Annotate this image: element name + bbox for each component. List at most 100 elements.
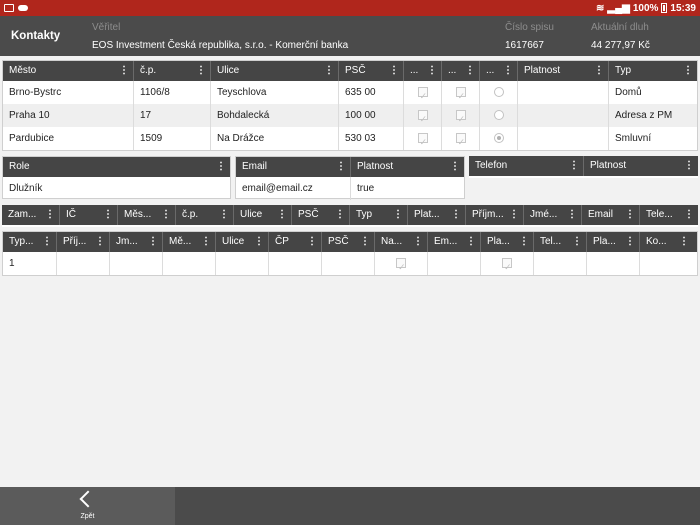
col-header[interactable]: ČP ⋮ [269,232,322,252]
column-menu-icon[interactable]: ⋮ [389,61,399,81]
radio-button-selected[interactable] [493,133,504,144]
col-header[interactable]: Pla... ⋮ [481,232,534,252]
col-header[interactable]: PSČ ⋮ [292,205,350,225]
column-menu-icon[interactable]: ⋮ [625,205,635,225]
col-header-telefon[interactable]: Telefon ⋮ [469,156,584,176]
col-header-mesto[interactable]: Město ⋮ [3,61,134,81]
column-menu-icon[interactable]: ⋮ [45,205,55,225]
col-header[interactable]: Mě... ⋮ [163,232,216,252]
column-menu-icon[interactable]: ⋮ [148,232,158,252]
table-row[interactable]: Dlužník [3,177,230,200]
column-menu-icon[interactable]: ⋮ [684,205,694,225]
column-menu-icon[interactable]: ⋮ [683,61,693,81]
col-header[interactable]: IČ ⋮ [60,205,118,225]
table-row[interactable]: Pardubice 1509 Na Drážce 530 03 Smluvní [3,127,697,150]
col-header[interactable]: Typ ⋮ [350,205,408,225]
radio-button[interactable] [493,87,504,98]
column-menu-icon[interactable]: ⋮ [219,205,229,225]
col-header-cp[interactable]: č.p. ⋮ [134,61,211,81]
col-header-flag1[interactable]: ... ⋮ [404,61,442,81]
column-menu-icon[interactable]: ⋮ [679,232,689,252]
col-header[interactable]: PSČ ⋮ [322,232,375,252]
col-header-flag3[interactable]: ... ⋮ [480,61,518,81]
column-menu-icon[interactable]: ⋮ [277,205,287,225]
column-menu-icon[interactable]: ⋮ [519,232,529,252]
col-header-platnost[interactable]: Platnost ⋮ [518,61,609,81]
column-menu-icon[interactable]: ⋮ [572,232,582,252]
back-button[interactable]: Zpět [0,487,175,525]
col-header[interactable]: Em... ⋮ [428,232,481,252]
col-header[interactable]: Email ⋮ [582,205,640,225]
table-row[interactable]: email@email.cz true [236,177,464,200]
column-menu-icon[interactable]: ⋮ [161,205,171,225]
column-menu-icon[interactable]: ⋮ [119,61,129,81]
col-header[interactable]: Tel... ⋮ [534,232,587,252]
col-header[interactable]: Na... ⋮ [375,232,428,252]
column-menu-icon[interactable]: ⋮ [324,61,334,81]
col-header[interactable]: Jmé... ⋮ [524,205,582,225]
col-header[interactable]: Typ... ⋮ [3,232,57,252]
column-menu-icon[interactable]: ⋮ [335,205,345,225]
chevron-left-icon [79,490,97,508]
radio-button[interactable] [493,110,504,121]
column-menu-icon[interactable]: ⋮ [254,232,264,252]
col-header-ulice[interactable]: Ulice ⋮ [211,61,339,81]
col-header-flag2[interactable]: ... ⋮ [442,61,480,81]
column-menu-icon[interactable]: ⋮ [503,61,513,81]
table-row[interactable]: 1 [3,252,697,275]
table-row[interactable]: Praha 10 17 Bohdalecká 100 00 Adresa z P… [3,104,697,127]
col-header-email[interactable]: Email ⋮ [236,157,351,177]
column-menu-icon[interactable]: ⋮ [427,61,437,81]
column-menu-icon[interactable]: ⋮ [567,205,577,225]
col-header[interactable]: Příjm... ⋮ [466,205,524,225]
cell-psc: 530 03 [339,127,404,150]
column-menu-icon[interactable]: ⋮ [216,157,226,177]
column-menu-icon[interactable]: ⋮ [569,156,579,176]
column-menu-icon[interactable]: ⋮ [465,61,475,81]
column-menu-icon[interactable]: ⋮ [625,232,635,252]
checkbox[interactable] [417,85,428,104]
column-menu-icon[interactable]: ⋮ [466,232,476,252]
column-menu-icon[interactable]: ⋮ [95,232,105,252]
column-menu-icon[interactable]: ⋮ [450,157,460,177]
column-menu-icon[interactable]: ⋮ [413,232,423,252]
column-menu-icon[interactable]: ⋮ [684,156,694,176]
col-header[interactable]: č.p. ⋮ [176,205,234,225]
col-header[interactable]: Ulice ⋮ [234,205,292,225]
checkbox[interactable] [455,108,466,127]
checkbox[interactable] [455,85,466,104]
col-header-psc[interactable]: PSČ ⋮ [339,61,404,81]
col-header-platnost[interactable]: Platnost ⋮ [351,157,464,177]
checkbox[interactable] [455,131,466,150]
column-menu-icon[interactable]: ⋮ [103,205,113,225]
table-row[interactable]: Brno-Bystrc 1106/8 Teyschlova 635 00 Dom… [3,81,697,104]
col-header[interactable]: Příj... ⋮ [57,232,110,252]
column-menu-icon[interactable]: ⋮ [451,205,461,225]
column-menu-icon[interactable]: ⋮ [393,205,403,225]
column-menu-icon[interactable]: ⋮ [42,232,52,252]
column-menu-icon[interactable]: ⋮ [336,157,346,177]
checkbox[interactable] [417,108,428,127]
column-menu-icon[interactable]: ⋮ [594,61,604,81]
address-table: Město ⋮ č.p. ⋮ Ulice ⋮ PSČ ⋮ ... ⋮ ... ⋮ ... ⋮ … [2,60,698,151]
col-header[interactable]: Plat... ⋮ [408,205,466,225]
col-header-typ[interactable]: Typ ⋮ [609,61,697,81]
col-header[interactable]: Ulice ⋮ [216,232,269,252]
column-menu-icon[interactable]: ⋮ [509,205,519,225]
column-menu-icon[interactable]: ⋮ [196,61,206,81]
column-menu-icon[interactable]: ⋮ [307,232,317,252]
col-header[interactable]: Tele... ⋮ [640,205,698,225]
checkbox[interactable] [502,256,512,275]
checkbox[interactable] [417,131,428,150]
column-menu-icon[interactable]: ⋮ [360,232,370,252]
col-header[interactable]: Pla... ⋮ [587,232,640,252]
checkbox[interactable] [396,256,406,275]
col-header[interactable]: Měs... ⋮ [118,205,176,225]
col-header[interactable]: Ko... ⋮ [640,232,693,252]
col-header-role[interactable]: Role ⋮ [3,157,230,177]
col-header[interactable]: Zam... ⋮ [2,205,60,225]
column-menu-icon[interactable]: ⋮ [201,232,211,252]
persons-table-header: Typ... ⋮ Příj... ⋮ Jm... ⋮ Mě... ⋮ Ulice ⋮ ČP… [3,232,697,252]
col-header[interactable]: Jm... ⋮ [110,232,163,252]
col-header-platnost[interactable]: Platnost ⋮ [584,156,698,176]
